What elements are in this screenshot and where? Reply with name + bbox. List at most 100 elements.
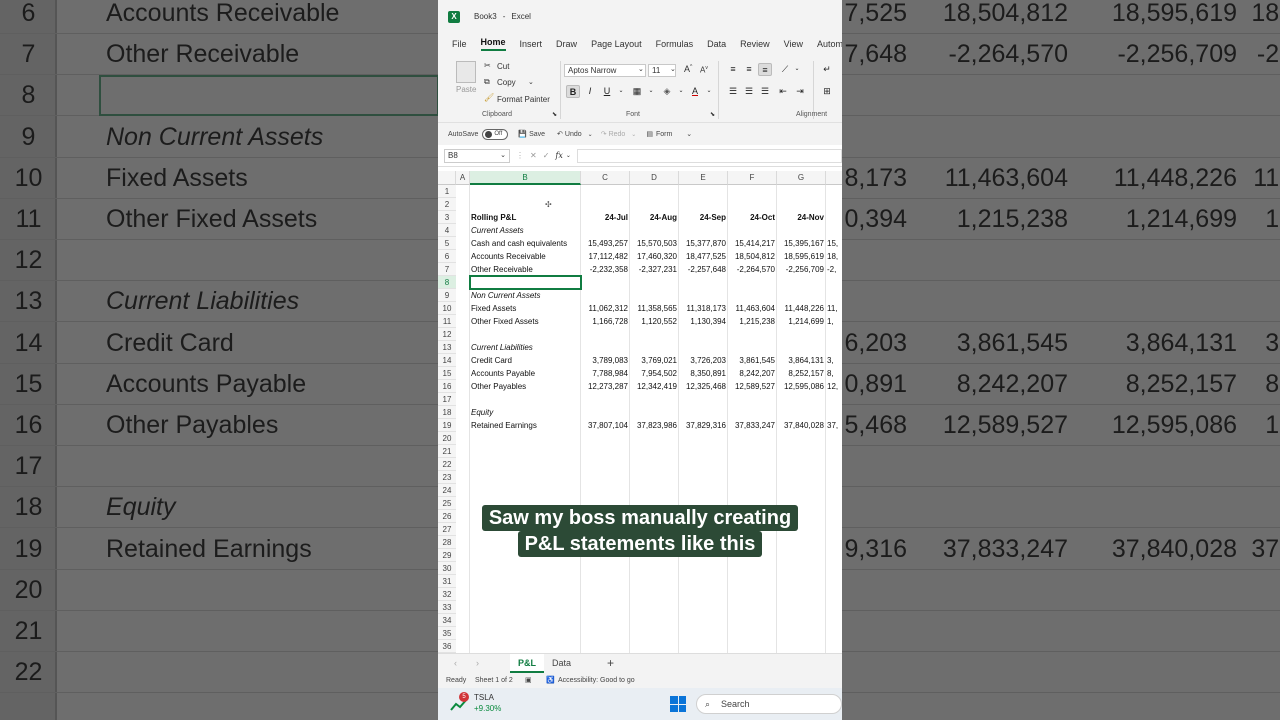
- paste-icon[interactable]: [456, 61, 476, 83]
- cell-value-clipped[interactable]: 12,: [827, 380, 842, 393]
- row-header[interactable]: 34: [438, 614, 456, 627]
- cut-button[interactable]: Cut: [497, 62, 509, 71]
- row-header[interactable]: 13: [438, 341, 456, 354]
- cell-value[interactable]: -2,232,358: [581, 263, 628, 276]
- cell-value[interactable]: 1,214,699: [777, 315, 824, 328]
- active-cell-selection[interactable]: [469, 275, 582, 290]
- row-header[interactable]: 20: [438, 432, 456, 445]
- column-header-d[interactable]: D: [630, 171, 679, 185]
- cell-value[interactable]: -2,256,709: [777, 263, 824, 276]
- cell-value[interactable]: 24-Aug: [630, 211, 677, 224]
- font-color-icon[interactable]: A: [688, 85, 702, 98]
- cell-label[interactable]: Current Assets: [471, 224, 581, 237]
- cell-label[interactable]: Other Payables: [471, 380, 581, 393]
- undo-button[interactable]: Undo: [565, 131, 582, 138]
- form-button[interactable]: Form: [656, 131, 672, 138]
- row-header[interactable]: 17: [438, 393, 456, 406]
- accessibility-status[interactable]: Accessibility: Good to go: [558, 673, 635, 688]
- row-header[interactable]: 7: [438, 263, 456, 276]
- customize-qat-icon[interactable]: ⌄: [686, 130, 692, 138]
- row-header[interactable]: 31: [438, 575, 456, 588]
- cell-value[interactable]: 15,414,217: [728, 237, 775, 250]
- cell-value[interactable]: 7,954,502: [630, 367, 677, 380]
- font-size-chevron-down-icon[interactable]: ⌄: [670, 65, 676, 73]
- row-header[interactable]: 10: [438, 302, 456, 315]
- font-name-chevron-down-icon[interactable]: ⌄: [638, 65, 644, 73]
- cell-value[interactable]: 12,342,419: [630, 380, 677, 393]
- cell-value-clipped[interactable]: 8,: [827, 367, 842, 380]
- ribbon-tab-page-layout[interactable]: Page Layout: [591, 39, 642, 49]
- cell-value-clipped[interactable]: 18,: [827, 250, 842, 263]
- cell-value[interactable]: 8,252,157: [777, 367, 824, 380]
- italic-button[interactable]: I: [583, 85, 597, 98]
- underline-chevron-down-icon[interactable]: ⌄: [614, 85, 628, 98]
- save-button[interactable]: Save: [529, 131, 545, 138]
- cell-value[interactable]: 17,460,320: [630, 250, 677, 263]
- cell-value[interactable]: 37,829,316: [679, 419, 726, 432]
- cell-label[interactable]: Equity: [471, 406, 581, 419]
- cell-value[interactable]: 12,273,287: [581, 380, 628, 393]
- ribbon-tab-home[interactable]: Home: [480, 37, 506, 51]
- cell-value[interactable]: 1,130,394: [679, 315, 726, 328]
- row-header[interactable]: 15: [438, 367, 456, 380]
- align-middle-icon[interactable]: ≡: [742, 63, 756, 76]
- clipboard-launcher-icon[interactable]: ⬊: [552, 111, 557, 118]
- cell-value[interactable]: 11,318,173: [679, 302, 726, 315]
- row-header[interactable]: 33: [438, 601, 456, 614]
- ribbon-tab-file[interactable]: File: [452, 39, 467, 49]
- cell-value[interactable]: 24-Nov: [777, 211, 824, 224]
- ribbon-tab-automat[interactable]: Automat: [817, 39, 842, 49]
- merge-center-icon[interactable]: ⊞: [820, 85, 834, 98]
- cell-value[interactable]: -2,257,648: [679, 263, 726, 276]
- name-box[interactable]: B8 ⌄: [444, 148, 510, 163]
- borders-icon[interactable]: ▦: [630, 85, 644, 98]
- fx-chevron-down-icon[interactable]: ⌄: [566, 152, 571, 159]
- cell-label[interactable]: Credit Card: [471, 354, 581, 367]
- row-header[interactable]: 18: [438, 406, 456, 419]
- redo-button[interactable]: Redo: [609, 131, 626, 138]
- formula-input[interactable]: [576, 148, 842, 163]
- next-sheet-icon[interactable]: ›: [468, 654, 487, 673]
- wrap-text-icon[interactable]: ↵: [820, 63, 834, 76]
- row-header[interactable]: 23: [438, 471, 456, 484]
- column-header-c[interactable]: C: [581, 171, 630, 185]
- column-header-g[interactable]: G: [777, 171, 826, 185]
- cancel-icon[interactable]: ✕: [530, 151, 537, 160]
- redo-chevron-down-icon[interactable]: ⌄: [631, 131, 636, 138]
- cell-value[interactable]: 15,493,257: [581, 237, 628, 250]
- row-header[interactable]: 30: [438, 562, 456, 575]
- cell-value[interactable]: 7,788,984: [581, 367, 628, 380]
- cell-label[interactable]: Accounts Receivable: [471, 250, 581, 263]
- cell-value[interactable]: 1,215,238: [728, 315, 775, 328]
- cell-value-clipped[interactable]: 3,: [827, 354, 842, 367]
- row-header[interactable]: 21: [438, 445, 456, 458]
- cell-value[interactable]: 1,166,728: [581, 315, 628, 328]
- fill-color-chevron-down-icon[interactable]: ⌄: [674, 85, 688, 98]
- insert-function-icon[interactable]: fx: [555, 151, 562, 160]
- add-sheet-icon[interactable]: +: [599, 654, 622, 673]
- cell-value[interactable]: 37,807,104: [581, 419, 628, 432]
- cell-value[interactable]: 3,726,203: [679, 354, 726, 367]
- orientation-chevron-down-icon[interactable]: ⌄: [790, 63, 804, 76]
- row-header[interactable]: 11: [438, 315, 456, 328]
- row-header[interactable]: 3: [438, 211, 456, 224]
- fill-color-icon[interactable]: ◈: [660, 85, 674, 98]
- row-header[interactable]: 24: [438, 484, 456, 497]
- cell-value[interactable]: 15,570,503: [630, 237, 677, 250]
- paste-button[interactable]: Paste: [456, 85, 476, 94]
- row-header[interactable]: 35: [438, 627, 456, 640]
- row-header[interactable]: 22: [438, 458, 456, 471]
- column-header-h[interactable]: [826, 171, 842, 185]
- cell-label[interactable]: Retained Earnings: [471, 419, 581, 432]
- ribbon-tab-insert[interactable]: Insert: [520, 39, 543, 49]
- align-right-icon[interactable]: ☰: [758, 85, 772, 98]
- cell-value[interactable]: 3,861,545: [728, 354, 775, 367]
- cell-value[interactable]: -2,264,570: [728, 263, 775, 276]
- cell-value[interactable]: 11,448,226: [777, 302, 824, 315]
- cell-value[interactable]: 3,789,083: [581, 354, 628, 367]
- ribbon-tab-draw[interactable]: Draw: [556, 39, 577, 49]
- row-header[interactable]: 36: [438, 640, 456, 653]
- cell-label[interactable]: Non Current Assets: [471, 289, 581, 302]
- cell-value[interactable]: 18,477,525: [679, 250, 726, 263]
- cell-value[interactable]: 11,062,312: [581, 302, 628, 315]
